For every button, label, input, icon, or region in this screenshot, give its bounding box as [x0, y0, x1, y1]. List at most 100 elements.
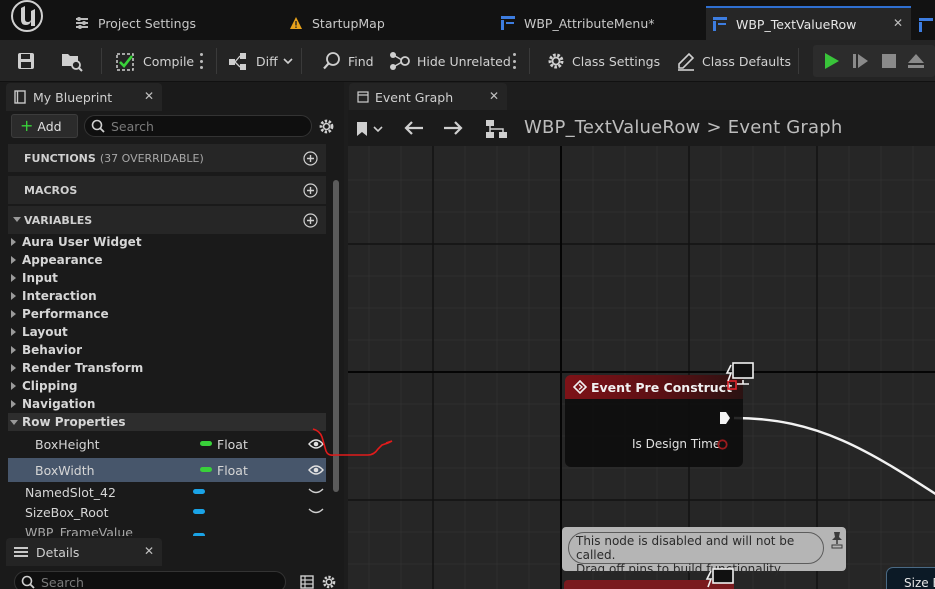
hide-unrelated-button[interactable]: Hide Unrelated	[389, 40, 511, 82]
details-search-input[interactable]: Search	[14, 571, 286, 589]
macros-section[interactable]: MACROS	[8, 176, 326, 204]
search-placeholder: Search	[111, 118, 154, 134]
variable-category[interactable]: Performance	[8, 305, 326, 323]
find-icon	[322, 51, 342, 71]
search-icon	[91, 119, 105, 133]
disabled-node-comment[interactable]: This node is disabled and will not be ca…	[562, 527, 846, 576]
expand-arrow-icon	[11, 328, 16, 336]
save-icon	[16, 51, 36, 71]
variables-label: VARIABLES	[24, 213, 93, 227]
variable-category-row-properties[interactable]: Row Properties	[8, 413, 326, 431]
close-icon[interactable]: ✕	[893, 16, 903, 30]
compile-check-icon	[115, 50, 137, 72]
play-controls	[813, 45, 935, 77]
add-variable-icon[interactable]	[303, 213, 318, 228]
compile-button[interactable]: Compile	[115, 40, 194, 82]
play-icon[interactable]	[823, 52, 841, 70]
compile-options-icon[interactable]	[200, 53, 204, 69]
add-button[interactable]: + Add	[11, 114, 78, 138]
my-blueprint-title: My Blueprint	[33, 89, 113, 105]
tab-wbp-textvaluerow[interactable]: WBP_TextValueRow ✕	[706, 6, 911, 40]
map-warning-icon	[288, 15, 304, 31]
variable-category[interactable]: Render Transform	[8, 359, 326, 377]
size-box-node[interactable]: Size B	[886, 567, 935, 589]
gear-icon[interactable]	[318, 118, 335, 135]
class-settings-button[interactable]: Class Settings	[546, 40, 660, 82]
tab-my-blueprint[interactable]: My Blueprint ✕	[6, 83, 162, 111]
category-label: Interaction	[22, 289, 97, 303]
client-server-icon	[725, 362, 755, 386]
diff-button[interactable]: Diff	[228, 40, 293, 82]
eye-icon[interactable]	[308, 464, 324, 476]
tab-details[interactable]: Details ✕	[6, 538, 162, 566]
variable-row-boxheight[interactable]: BoxHeight Float	[8, 432, 326, 456]
class-defaults-label: Class Defaults	[702, 53, 792, 69]
add-macro-icon[interactable]	[303, 183, 318, 198]
exec-wire	[733, 416, 935, 495]
variable-category[interactable]: Appearance	[8, 251, 326, 269]
details-panel: Details ✕ Search	[0, 537, 344, 589]
graph-canvas[interactable]: WBP_TextValueRow > Event Graph Event Pre C…	[348, 110, 935, 589]
variable-name: BoxHeight	[35, 436, 100, 452]
tab-wbp-attributemenu[interactable]: WBP_AttributeMenu*	[494, 6, 699, 40]
book-icon	[14, 90, 26, 104]
details-title: Details	[36, 544, 80, 560]
variable-row-boxwidth[interactable]: BoxWidth Float	[8, 458, 326, 482]
find-button[interactable]: Find	[322, 40, 374, 82]
functions-section[interactable]: FUNCTIONS (37 OVERRIDABLE)	[8, 144, 326, 172]
variable-category[interactable]: Navigation	[8, 395, 326, 413]
variable-category[interactable]: Aura User Widget	[8, 233, 326, 251]
eject-icon[interactable]	[907, 53, 925, 69]
category-label: Navigation	[22, 397, 96, 411]
gear-icon[interactable]	[321, 574, 337, 589]
tab-event-graph[interactable]: Event Graph ✕	[349, 83, 507, 111]
variable-category[interactable]: Layout	[8, 323, 326, 341]
variable-row-sizebox-root[interactable]: SizeBox_Root	[8, 502, 326, 522]
variable-row-wbp-framevalue[interactable]: WBP_FrameValue	[8, 522, 326, 536]
size-box-node-label: Size B	[904, 576, 935, 589]
event-graph-tab-label: Event Graph	[375, 89, 454, 105]
event-pre-construct-node[interactable]: Event Pre Construct Is Design Time	[565, 375, 743, 467]
step-icon[interactable]	[852, 52, 870, 70]
category-label: Layout	[22, 325, 68, 339]
close-icon[interactable]: ✕	[144, 544, 154, 558]
variable-category[interactable]: Input	[8, 269, 326, 287]
stop-icon[interactable]	[881, 53, 897, 69]
tab-startup-map[interactable]: StartupMap	[282, 6, 482, 40]
toolbar-divider	[101, 48, 102, 74]
is-design-time-pin[interactable]	[716, 438, 729, 451]
object-type-pill	[193, 509, 205, 514]
hide-unrelated-options-icon[interactable]	[513, 53, 517, 69]
browse-button[interactable]	[60, 40, 90, 82]
variables-section[interactable]: VARIABLES	[8, 206, 326, 234]
variable-category[interactable]: Interaction	[8, 287, 326, 305]
variable-category[interactable]: Behavior	[8, 341, 326, 359]
close-icon[interactable]: ✕	[489, 89, 499, 103]
closed-eye-icon[interactable]	[308, 487, 324, 495]
blueprint-toolbar: Compile Diff Find Hide Unrelated Class S…	[0, 40, 935, 82]
settings-sliders-icon	[74, 15, 90, 31]
tab-project-settings[interactable]: Project Settings	[68, 6, 268, 40]
hide-unrelated-icon	[389, 51, 411, 71]
class-settings-label: Class Settings	[572, 53, 661, 69]
tab-label: WBP_AttributeMenu*	[524, 15, 655, 31]
table-view-icon[interactable]	[300, 575, 314, 589]
comment-bubble: This node is disabled and will not be ca…	[568, 532, 824, 576]
add-function-icon[interactable]	[303, 151, 318, 166]
find-label: Find	[348, 53, 374, 69]
closed-eye-icon[interactable]	[308, 507, 324, 515]
expand-arrow-icon	[11, 274, 16, 282]
exec-out-pin[interactable]	[719, 411, 731, 425]
widget-blueprint-icon[interactable]	[918, 17, 934, 33]
variable-row-namedslot[interactable]: NamedSlot_42	[8, 482, 326, 502]
class-defaults-button[interactable]: Class Defaults	[676, 40, 791, 82]
my-blueprint-search-input[interactable]: Search	[84, 115, 312, 137]
my-blueprint-panel: My Blueprint ✕ + Add Search FUNCTIONS (3…	[0, 82, 344, 589]
pin-icon[interactable]	[831, 531, 843, 549]
close-icon[interactable]: ✕	[144, 89, 154, 103]
unreal-logo-icon[interactable]	[6, 0, 48, 40]
variable-type: Float	[217, 436, 248, 452]
save-button[interactable]	[16, 40, 42, 82]
toolbar-divider	[529, 48, 530, 74]
variable-category[interactable]: Clipping	[8, 377, 326, 395]
